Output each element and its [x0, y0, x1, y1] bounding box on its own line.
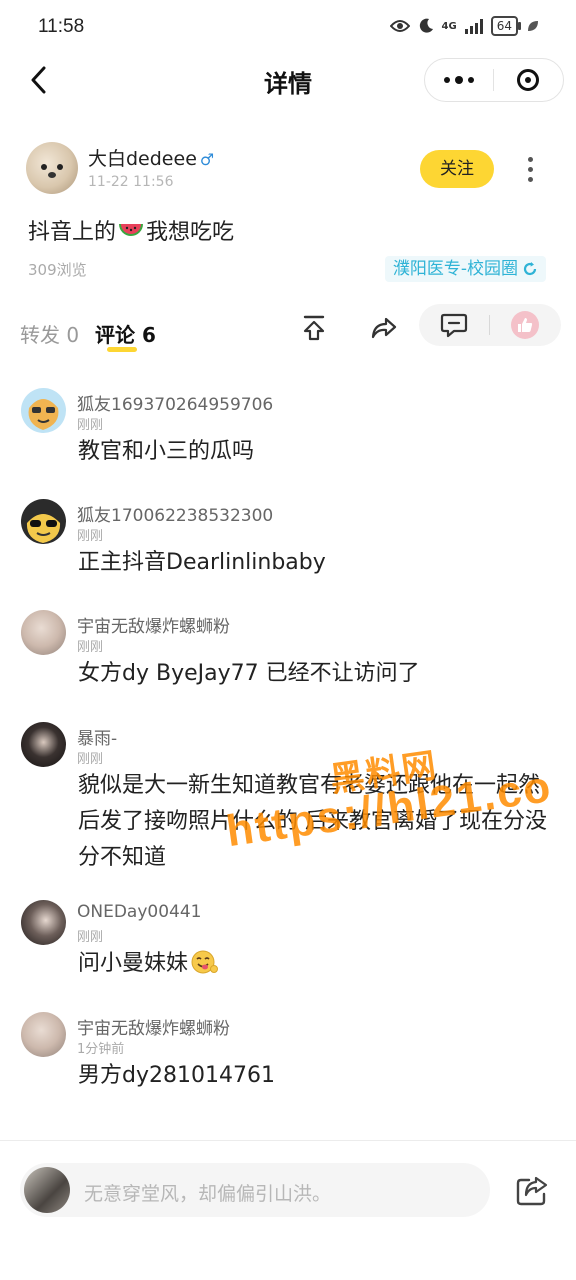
comment-time: 刚刚 — [77, 640, 104, 655]
post-text-part1: 抖音上的 — [28, 220, 117, 245]
comment-text-body: 问小曼妹妹 — [78, 951, 189, 976]
comment-item: ONEDay00441 刚刚 问小曼妹妹 — [0, 896, 576, 996]
comment-item: 狐友169370264959706 刚刚 教官和小三的瓜吗 — [0, 384, 576, 484]
comment-time: 刚刚 — [77, 930, 104, 945]
commenter-name[interactable]: 宇宙无敌爆炸螺蛳粉 — [77, 612, 230, 637]
post-content: 抖音上的 我想吃吃 — [28, 214, 234, 246]
target-icon — [517, 69, 539, 91]
post-time: 11-22 11:56 — [88, 174, 174, 190]
post-author-row: 大白dedeee ♂ 11-22 11:56 关注 — [26, 142, 556, 196]
thumbs-up-icon — [511, 311, 539, 339]
watermelon-emoji-icon — [119, 224, 144, 236]
share-forward-button[interactable] — [366, 310, 402, 346]
share-icon — [516, 1176, 548, 1206]
moon-icon — [419, 18, 433, 33]
comment-text: 问小曼妹妹 — [78, 946, 548, 982]
like-button[interactable] — [490, 304, 560, 346]
comment-time: 刚刚 — [77, 418, 104, 433]
comment-avatar[interactable] — [21, 499, 66, 544]
comment-item: 狐友170062238532300 刚刚 正主抖音Dearlinlinbaby — [0, 495, 576, 595]
signal-icon — [464, 18, 483, 34]
commenter-name[interactable]: 暴雨- — [77, 724, 117, 749]
commenter-name[interactable]: 狐友169370264959706 — [77, 390, 273, 415]
comment-icon — [440, 313, 468, 338]
comment-item: 宇宙无敌爆炸螺蛳粉 1分钟前 男方dy281014761 — [0, 1008, 576, 1108]
comment-button[interactable] — [419, 304, 489, 346]
battery-icon: 64 — [490, 16, 522, 36]
yum-emoji-icon — [191, 950, 219, 974]
comment-like-pill — [419, 304, 561, 346]
circle-name[interactable]: 濮阳医专-校园圈 — [393, 256, 518, 282]
comment-text: 男方dy281014761 — [78, 1063, 275, 1088]
male-icon: ♂ — [199, 150, 215, 169]
comment-avatar[interactable] — [21, 610, 66, 655]
view-count: 309浏览 — [28, 261, 87, 279]
leaf-icon — [528, 21, 538, 31]
comment-avatar[interactable] — [21, 1012, 66, 1057]
author-name[interactable]: 大白dedeee — [88, 148, 197, 170]
comment-avatar[interactable] — [21, 722, 66, 767]
comment-input-placeholder: 无意穿堂风，却偏偏引山洪。 — [84, 1183, 332, 1205]
pin-top-icon — [303, 315, 325, 341]
commenter-name[interactable]: 狐友170062238532300 — [77, 501, 273, 526]
share-button[interactable] — [512, 1171, 552, 1211]
pin-top-button[interactable] — [296, 310, 332, 346]
comment-item: 宇宙无敌爆炸螺蛳粉 刚刚 女方dy ByeJay77 已经不让访问了 — [0, 606, 576, 706]
comment-time: 刚刚 — [77, 529, 104, 544]
refresh-icon — [523, 262, 537, 276]
mini-program-capsule — [424, 58, 564, 102]
status-bar: 11:58 4G 64 — [0, 0, 576, 56]
network-label: 4G — [441, 20, 457, 32]
author-name-row[interactable]: 大白dedeee ♂ — [88, 144, 214, 171]
active-tab-indicator — [107, 347, 137, 352]
comment-avatar[interactable] — [21, 900, 66, 945]
post-more-button[interactable] — [520, 152, 540, 186]
follow-button[interactable]: 关注 — [420, 150, 494, 188]
my-avatar — [24, 1167, 70, 1213]
circle-tag[interactable]: 濮阳医专-校园圈 — [384, 256, 546, 282]
comment-input[interactable]: 无意穿堂风，却偏偏引山洪。 — [20, 1163, 490, 1217]
comment-time: 刚刚 — [77, 752, 104, 767]
close-button[interactable] — [494, 59, 562, 101]
more-dots-icon — [444, 76, 474, 84]
comment-text: 女方dy ByeJay77 已经不让访问了 — [78, 661, 420, 686]
tab-comments[interactable]: 评论 6 — [95, 319, 156, 348]
comment-text: 正主抖音Dearlinlinbaby — [78, 550, 326, 575]
comment-input-bar: 无意穿堂风，却偏偏引山洪。 — [0, 1141, 576, 1280]
nav-bar: 详情 — [0, 56, 576, 104]
commenter-name[interactable]: 宇宙无敌爆炸螺蛳粉 — [77, 1014, 230, 1039]
comment-avatar[interactable] — [21, 388, 66, 433]
post-text-part2: 我想吃吃 — [146, 220, 235, 245]
more-button[interactable] — [425, 59, 493, 101]
interaction-tabs: 转发 0 评论 6 — [0, 300, 576, 352]
tab-forward[interactable]: 转发 0 — [20, 319, 79, 348]
comment-text: 教官和小三的瓜吗 — [78, 439, 255, 464]
comment-time: 1分钟前 — [77, 1042, 125, 1057]
eye-icon — [389, 20, 410, 32]
commenter-name[interactable]: ONEDay00441 — [77, 902, 202, 922]
author-avatar[interactable] — [26, 142, 78, 194]
battery-level: 64 — [496, 19, 512, 33]
forward-arrow-icon — [371, 317, 397, 339]
status-time: 11:58 — [38, 16, 85, 37]
status-icons: 4G 64 — [389, 16, 540, 36]
